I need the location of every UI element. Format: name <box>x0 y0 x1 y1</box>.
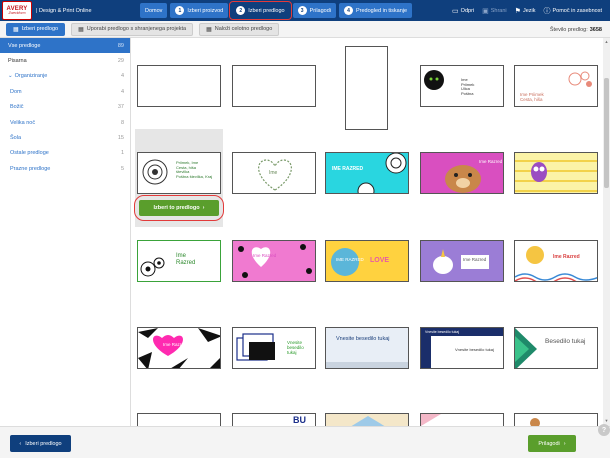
image-icon: ▦ <box>206 26 212 33</box>
template-card-unicorn[interactable]: Ime Razred <box>420 240 504 282</box>
footer-bar: ‹ Izberi predlogo Prilagodi › <box>0 426 610 458</box>
triangle-pattern-icon <box>515 328 537 368</box>
top-navigation-bar: AVERY Zweckform | Design & Print Online … <box>0 0 610 21</box>
tab-choose-template[interactable]: ▦ Izberi predlogo <box>6 22 66 36</box>
template-card-row5-5[interactable] <box>514 413 598 426</box>
back-choose-template-button[interactable]: ‹ Izberi predlogo <box>10 435 71 452</box>
sidebar-item-easter[interactable]: Velika noč 8 <box>0 115 130 130</box>
tab-use-saved-project[interactable]: ▦ Uporabi predlogo s shranjenega projekta <box>71 22 194 36</box>
chevron-down-icon: ⌄ <box>8 73 13 80</box>
chevron-left-icon: ‹ <box>19 440 22 447</box>
category-sidebar: Vse predloge 89 Pisarna 29 ⌄ Organiziranje 4… <box>0 38 131 426</box>
sidebar-item-home[interactable]: Dom 4 <box>0 84 130 99</box>
card-text-block: Vnesite besedilo tukaj <box>287 340 304 356</box>
flower-icon <box>568 71 592 87</box>
scroll-up-icon[interactable]: ▲ <box>603 39 610 44</box>
side-stripe <box>421 336 431 368</box>
soccer-ball-icon <box>140 257 165 277</box>
step-select-template[interactable]: 2 Izberi predlogo <box>229 1 292 20</box>
template-card-row5-2[interactable]: BU <box>232 413 316 426</box>
save-button[interactable]: ▣ Shrani <box>482 7 507 15</box>
image-icon: ▦ <box>13 26 19 33</box>
tab-upload-template[interactable]: ▦ Naloži celotno predlogo <box>199 22 280 36</box>
card-text-block: Priimek, Ime Cesta, hiša številka Poštna št… <box>176 160 213 179</box>
template-card-mandala-address[interactable]: Priimek, Ime Cesta, hiša številka Poštna št… <box>137 152 221 194</box>
step-customize[interactable]: 3 Prilagodi <box>292 3 336 18</box>
sidebar-item-organizing[interactable]: ⌄ Organiziranje 4 <box>0 69 130 84</box>
sidebar-item-office[interactable]: Pisarna 29 <box>0 53 130 68</box>
template-card-floral-address[interactable]: Ime Priimek Cesta, hiša <box>514 65 598 107</box>
help-privacy-button[interactable]: ⓘ Pomoč in zasebnost <box>543 6 602 16</box>
leopard-pattern-icon <box>238 244 312 278</box>
template-card-green-triangles[interactable]: Besedilo tukaj <box>514 327 598 369</box>
step-preview-print[interactable]: 4 Predogled in tiskanje <box>339 3 413 18</box>
template-card-love[interactable]: IME RAZRED LOVE <box>325 240 409 282</box>
template-card-stacked-frames[interactable]: Vnesite besedilo tukaj <box>232 327 316 369</box>
sidebar-item-all[interactable]: Vse predloge 89 <box>0 38 130 54</box>
open-button[interactable]: ▭ Odpri <box>452 7 474 15</box>
step-home[interactable]: Domov <box>140 3 168 18</box>
help-icon[interactable]: ? <box>598 424 610 436</box>
sidebar-item-blank[interactable]: Prazne predloge 5 <box>0 161 130 176</box>
template-card-blank-1[interactable] <box>137 65 221 107</box>
card-text-block: Ime Priimek Cesta, hiša <box>520 92 544 103</box>
image-icon: ▦ <box>78 26 84 33</box>
bottom-stripe <box>326 362 408 368</box>
template-card-navy-header[interactable]: Vnesite besedilo tukaj Vnesite besedilo … <box>420 327 504 369</box>
next-customize-button[interactable]: Prilagodi › <box>528 435 576 452</box>
pink-corner-icon <box>421 414 441 426</box>
owl-icon <box>515 160 597 192</box>
template-card-zebra[interactable]: Ime Razred <box>137 327 221 369</box>
choose-template-button-frame: Izberi to predlogo › <box>134 195 224 221</box>
template-card-wavy[interactable]: Ime Razred <box>514 240 598 282</box>
template-card-address-logo[interactable]: Ime Priimek Ulica Poštna <box>420 65 504 107</box>
template-card-soccer[interactable]: Ime Razred <box>137 240 221 282</box>
folder-icon: ▭ <box>452 7 459 15</box>
mandala-icon <box>142 159 168 185</box>
sidebar-item-school[interactable]: Šola 15 <box>0 130 130 145</box>
template-card-heart-wreath[interactable]: Ime <box>232 152 316 194</box>
template-card-hamster[interactable]: Ime Razred <box>420 152 504 194</box>
template-card-gray-panel[interactable]: Vnesite besedilo tukaj <box>325 327 409 369</box>
flag-icon: ⚑ <box>514 7 521 15</box>
scroll-down-icon[interactable]: ▼ <box>603 418 610 423</box>
zebra-pattern-icon <box>138 328 220 368</box>
black-circle-logo-icon <box>424 70 444 90</box>
template-count: Število predlog: 3658 <box>549 26 602 33</box>
animal-icon <box>530 418 540 426</box>
app-title: | Design & Print Online <box>36 7 92 14</box>
card-text-block: Ime Razred <box>176 253 196 266</box>
step-select-product[interactable]: 1 Izberi proizvod <box>170 3 229 18</box>
template-card-row5-3[interactable] <box>325 413 409 426</box>
scrollbar-thumb[interactable] <box>604 78 609 188</box>
sidebar-item-christmas[interactable]: Božič 37 <box>0 100 130 115</box>
card-text-block: Ime Priimek Ulica Poštna <box>461 77 475 96</box>
stacked-frames-icon <box>236 333 275 361</box>
template-card-cyan-mandala[interactable]: IME RAZRED <box>325 152 409 194</box>
unicorn-icon <box>433 249 453 274</box>
header-actions: ▭ Odpri ▣ Shrani ⚑ Jezik ⓘ Pomoč in zasebnos… <box>452 0 602 21</box>
sidebar-item-other[interactable]: Ostale predloge 1 <box>0 146 130 161</box>
template-card-row5-1[interactable] <box>137 413 221 426</box>
template-card-owl[interactable] <box>514 152 598 194</box>
template-card-blank-portrait[interactable] <box>345 46 388 130</box>
chevron-right-icon: › <box>202 205 205 211</box>
help-circle-icon: ⓘ <box>543 7 551 15</box>
content-scrollbar[interactable]: ▲ ▼ <box>603 38 610 426</box>
mandala-pattern-icon <box>357 153 407 193</box>
template-source-tabs: ▦ Izberi predlogo ▦ Uporabi predlogo s shr… <box>0 21 610 38</box>
template-card-blank-2[interactable] <box>232 65 316 107</box>
save-icon: ▣ <box>482 7 489 15</box>
template-card-row5-4[interactable] <box>420 413 504 426</box>
chevron-pattern-icon <box>351 416 385 426</box>
choose-template-button[interactable]: Izberi to predlogo › <box>139 200 219 216</box>
language-button[interactable]: ⚑ Jezik <box>515 7 536 15</box>
wizard-steps: Domov 1 Izberi proizvod 2 Izberi predlogo … <box>140 1 413 20</box>
template-card-leopard[interactable]: Ime Razred <box>232 240 316 282</box>
chevron-right-icon: › <box>563 440 566 447</box>
wave-pattern-icon <box>515 246 597 281</box>
avery-logo[interactable]: AVERY Zweckform <box>2 1 32 20</box>
